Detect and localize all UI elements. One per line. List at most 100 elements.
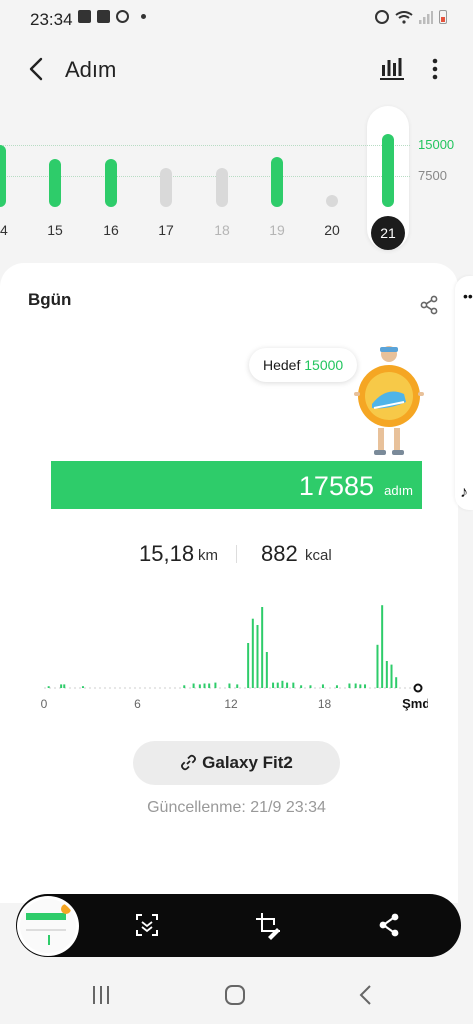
sync-icon: [116, 10, 129, 23]
next-card-dots: ••: [463, 288, 473, 304]
hourly-bar: [364, 684, 367, 688]
day-label[interactable]: 20: [312, 222, 352, 238]
app-header: Adım: [0, 44, 473, 96]
hourly-bar: [376, 644, 379, 688]
day-label[interactable]: 15: [35, 222, 75, 238]
hourly-bar: [272, 682, 275, 688]
steps-progress-bar: 17585 adım: [51, 461, 422, 509]
metric-divider: [236, 545, 237, 563]
hourly-bar: [276, 682, 279, 688]
hourly-bar: [192, 683, 195, 688]
day-label[interactable]: 19: [257, 222, 297, 238]
hourly-bar: [81, 686, 84, 688]
steps-count: 17585: [298, 471, 374, 501]
back-button[interactable]: [22, 54, 52, 84]
hourly-bar: [335, 685, 338, 688]
hourly-bar: [309, 685, 312, 688]
now-marker: [413, 683, 423, 693]
steps-unit: adım: [384, 483, 413, 498]
distance-unit: km: [198, 547, 218, 564]
share-icon[interactable]: [418, 294, 440, 316]
thumbnail-preview: [20, 899, 76, 953]
goal-value: 15000: [304, 357, 344, 373]
day-bar[interactable]: [49, 159, 61, 207]
day-label[interactable]: 17: [146, 222, 186, 238]
snapchat-icon: [97, 10, 110, 23]
day-bar[interactable]: [271, 157, 283, 207]
hourly-bar: [198, 684, 201, 688]
distance-value: 15,18: [139, 541, 195, 566]
hourly-bar: [60, 684, 63, 688]
hourly-bar: [265, 652, 268, 688]
hourly-bar: [292, 682, 295, 688]
hourly-tick-label: 18: [318, 697, 332, 711]
day-label-selected[interactable]: 21: [371, 216, 405, 250]
hourly-bar: [321, 684, 324, 688]
screenshot-thumbnail[interactable]: [17, 896, 79, 956]
day-bar[interactable]: [160, 167, 172, 207]
more-options-icon[interactable]: [423, 54, 447, 84]
hourly-tick-label: 6: [134, 697, 141, 711]
hourly-bar: [203, 683, 206, 688]
day-bar[interactable]: [0, 144, 6, 207]
gridline-label: 7500: [418, 167, 447, 183]
calories-value: 882: [261, 541, 298, 566]
hourly-bar: [183, 685, 186, 688]
calories-unit: kcal: [305, 547, 332, 564]
card-title: Bgün: [28, 290, 72, 309]
day-bar[interactable]: [326, 195, 338, 207]
signal-icon: [419, 10, 433, 24]
status-time: 23:34: [30, 10, 73, 29]
day-bar[interactable]: [216, 167, 228, 207]
hourly-bar: [208, 683, 211, 688]
bar-chart-icon[interactable]: [377, 54, 407, 84]
hourly-bar: [63, 684, 66, 688]
system-back-button[interactable]: [352, 982, 382, 1008]
crop-edit-icon[interactable]: [251, 908, 285, 942]
notification-icons: [78, 10, 146, 23]
hourly-bar: [251, 618, 254, 688]
hourly-bar: [286, 682, 289, 688]
page-title: Adım: [65, 57, 117, 82]
link-icon: [181, 754, 197, 770]
hourly-bar: [261, 607, 264, 688]
share-screenshot-icon[interactable]: [372, 908, 406, 942]
alarm-icon: [375, 10, 389, 24]
more-notifications-icon: [141, 14, 146, 19]
day-label[interactable]: 14: [0, 222, 20, 238]
scroll-capture-icon[interactable]: [130, 908, 164, 942]
hourly-bar: [281, 680, 284, 688]
gridline-label: 15000: [418, 136, 455, 152]
hourly-steps-chart: 0 6 12 18 Şmdi: [41, 605, 428, 711]
gallery-icon: [78, 10, 91, 23]
system-nav-bar: [0, 966, 473, 1024]
hourly-bar: [236, 684, 239, 688]
day-bar[interactable]: [105, 159, 117, 207]
day-bar[interactable]: [382, 134, 394, 207]
hourly-bar: [47, 686, 50, 688]
mascot-illustration: [354, 346, 424, 455]
device-button[interactable]: Galaxy Fit2: [133, 741, 340, 785]
battery-icon: [439, 10, 447, 24]
goal-label: Hedef: [263, 357, 301, 373]
hourly-bar: [348, 683, 351, 688]
next-card-peek[interactable]: [455, 276, 473, 510]
gridline: [0, 175, 410, 177]
hourly-bar: [359, 684, 362, 688]
hourly-bar: [390, 664, 393, 688]
status-bar: 23:34: [0, 0, 473, 38]
home-button[interactable]: [220, 982, 250, 1008]
hourly-bar: [214, 682, 217, 688]
hourly-bar: [228, 683, 231, 688]
hourly-tick-label: Şmdi: [402, 696, 428, 711]
recent-apps-button[interactable]: [86, 982, 116, 1008]
wifi-icon: [395, 10, 413, 24]
day-label[interactable]: 18: [202, 222, 242, 238]
hourly-bar: [247, 643, 250, 688]
goal-bubble: Hedef 15000: [249, 348, 358, 382]
hourly-bar: [381, 605, 384, 688]
system-icons: [375, 10, 447, 24]
hourly-bar: [385, 661, 388, 688]
hourly-bar: [256, 625, 259, 688]
day-label[interactable]: 16: [91, 222, 131, 238]
